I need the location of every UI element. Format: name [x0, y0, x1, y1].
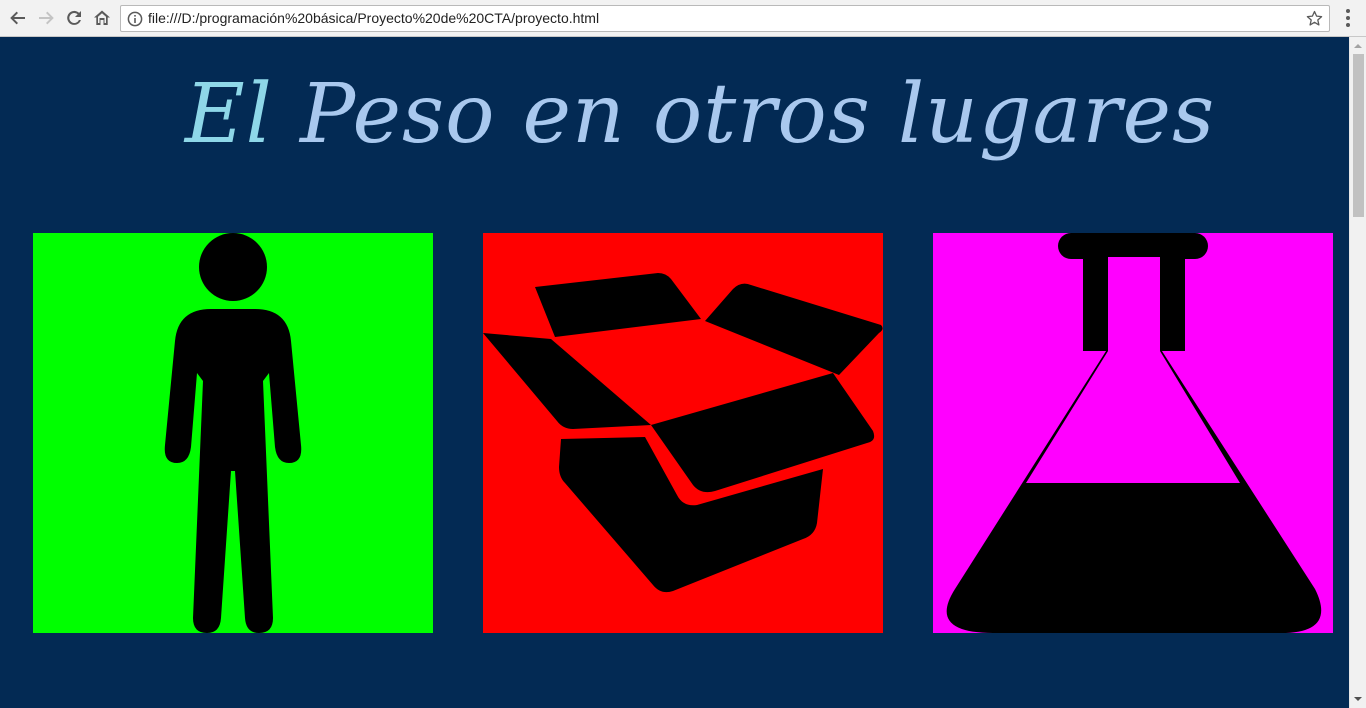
tile-person [33, 233, 433, 633]
page-title-first-word: El [184, 67, 273, 162]
tile-flask [933, 233, 1333, 633]
reload-button[interactable] [62, 6, 86, 30]
browser-toolbar: file:///D:/programación%20básica/Proyect… [0, 0, 1366, 37]
scroll-up-icon[interactable] [1353, 41, 1363, 51]
page-title: El Peso en otros lugares [0, 67, 1349, 162]
page-viewport: El Peso en otros lugares [0, 37, 1349, 708]
bookmark-star-icon[interactable] [1306, 10, 1323, 27]
info-icon[interactable] [127, 11, 143, 27]
back-arrow-icon [10, 11, 25, 25]
back-button[interactable] [6, 6, 30, 30]
reload-icon [67, 10, 81, 25]
address-bar[interactable]: file:///D:/programación%20básica/Proyect… [120, 5, 1330, 32]
menu-dots-icon [1346, 9, 1350, 13]
person-icon [164, 233, 302, 633]
open-box-icon [483, 273, 883, 593]
scroll-down-icon[interactable] [1353, 694, 1363, 704]
home-icon [94, 10, 110, 25]
flask-icon [946, 233, 1322, 633]
forward-button[interactable] [34, 6, 58, 30]
home-button[interactable] [90, 6, 114, 30]
address-url[interactable]: file:///D:/programación%20básica/Proyect… [148, 6, 599, 31]
tile-box [483, 233, 883, 633]
page-title-rest: Peso en otros lugares [272, 67, 1216, 162]
browser-menu-button[interactable] [1337, 6, 1359, 30]
vertical-scrollbar[interactable] [1349, 37, 1366, 708]
forward-arrow-icon [39, 11, 54, 25]
scrollbar-thumb[interactable] [1353, 54, 1364, 217]
